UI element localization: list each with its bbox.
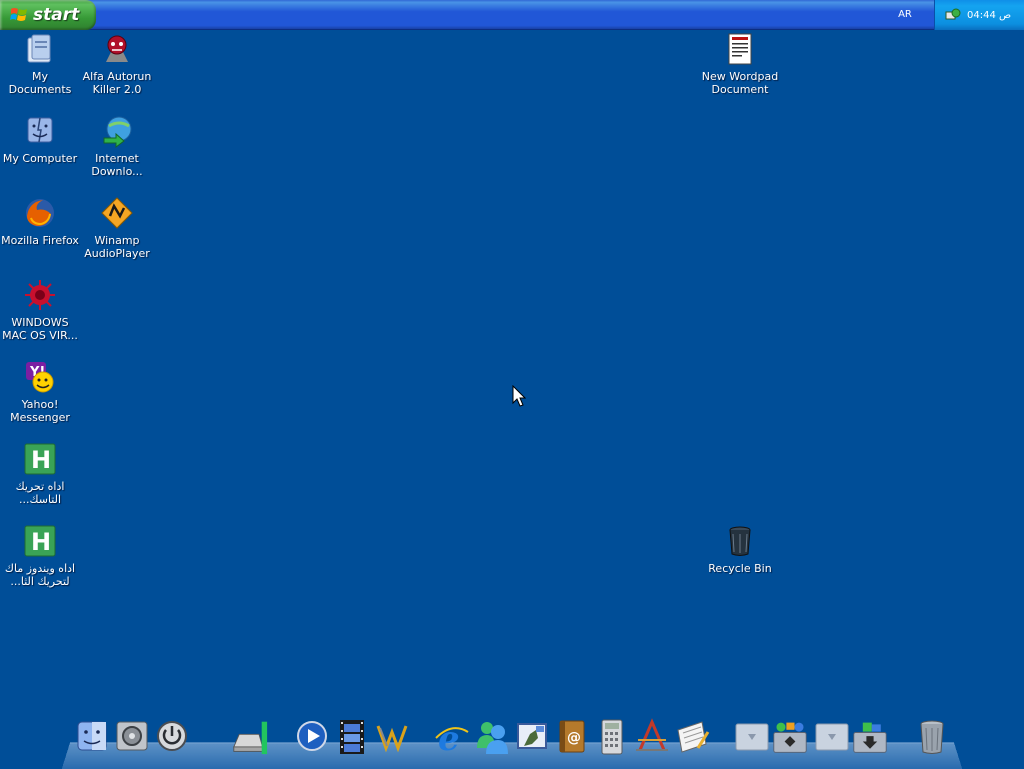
dock-hard-drive[interactable]	[232, 718, 272, 756]
dock-stack-1[interactable]	[734, 718, 770, 756]
system-tray: 04:44 ص	[934, 0, 1024, 30]
video-film-icon	[340, 720, 364, 754]
mail-icon	[517, 723, 547, 749]
taskbar: start AR 04:44 ص	[0, 0, 1024, 30]
desktop-icon-taskbar-mover-tool[interactable]: H اداه تحريك التاسك...	[0, 442, 80, 506]
calculator-icon	[601, 719, 623, 755]
desktop-icon-mozilla-firefox[interactable]: Mozilla Firefox	[0, 196, 80, 247]
desktop-icon-label: My Computer	[2, 152, 78, 165]
winamp-dock-icon	[376, 725, 408, 753]
desktop-icon-label: Mozilla Firefox	[1, 234, 79, 247]
dock-internet-explorer[interactable]: e	[434, 718, 470, 756]
clock[interactable]: 04:44 ص	[967, 10, 1011, 21]
desktop-icon-windows-mac-mover-tool[interactable]: H اداه ويندوز ماك لتحريك الثا...	[0, 524, 80, 588]
desktop-icon-windows-mac-os-virus[interactable]: WINDOWS MAC OS VIR...	[0, 278, 80, 342]
desktop-icon-my-documents[interactable]: My Documents	[0, 32, 80, 96]
dock-notepad[interactable]	[674, 718, 710, 756]
svg-text:H: H	[31, 446, 51, 474]
internet-explorer-icon: e	[435, 719, 469, 756]
green-h-app-icon: H	[24, 443, 56, 475]
alfa-autorun-killer-icon	[106, 35, 128, 62]
desktop-icon-label: Recycle Bin	[708, 562, 772, 575]
dock-video[interactable]	[334, 718, 370, 756]
text-editor-icon	[636, 718, 668, 751]
dock-text-editor[interactable]	[634, 718, 670, 756]
desktop-icon-recycle-bin[interactable]: Recycle Bin	[700, 524, 780, 575]
virus-icon	[25, 280, 55, 310]
svg-text:@: @	[567, 730, 581, 746]
folder-documents-icon	[27, 34, 51, 63]
media-player-icon	[297, 721, 327, 751]
mouse-cursor-icon	[512, 385, 526, 407]
power-icon	[157, 721, 187, 751]
finder-icon	[77, 721, 107, 751]
dock-downloads-stack[interactable]	[852, 718, 892, 756]
dock-power[interactable]	[154, 718, 190, 756]
dock-address-book[interactable]: @	[554, 718, 590, 756]
desktop-icon-label: Winamp AudioPlayer	[84, 234, 150, 260]
dock-messenger[interactable]	[474, 718, 510, 756]
yahoo-messenger-icon: Y!	[26, 362, 54, 393]
desktop-icon-yahoo-messenger[interactable]: Y! Yahoo! Messenger	[0, 360, 80, 424]
dock-windows-apps-stack[interactable]	[772, 718, 812, 756]
network-tray-icon[interactable]	[945, 7, 961, 23]
dock-finder[interactable]	[74, 718, 110, 756]
winamp-icon	[101, 197, 133, 229]
desktop-icon-label: اداه ويندوز ماك لتحريك الثا...	[4, 562, 76, 588]
dock-trash[interactable]	[914, 718, 950, 756]
desktop-icon-internet-download-manager[interactable]: Internet Downlo...	[77, 114, 157, 178]
dock-mail[interactable]	[514, 718, 550, 756]
dock-stack-2[interactable]	[814, 718, 850, 756]
hard-drive-icon	[233, 721, 268, 755]
internet-download-manager-icon	[103, 116, 132, 148]
notepad-icon	[677, 721, 710, 753]
recycle-bin-icon	[729, 526, 751, 556]
svg-text:e: e	[438, 719, 460, 756]
desktop-icon-label: Alfa Autorun Killer 2.0	[82, 70, 152, 96]
desktop-icon-my-computer[interactable]: My Computer	[0, 114, 80, 165]
trash-icon	[920, 720, 944, 754]
stack-icon	[735, 723, 769, 751]
wordpad-document-icon	[728, 33, 752, 65]
dock-system-preferences[interactable]	[114, 718, 150, 756]
downloads-stack-icon	[853, 722, 887, 753]
desktop-icon-label: اداه تحريك التاسك...	[15, 480, 65, 506]
dock-calculator[interactable]	[594, 718, 630, 756]
desktop-icon-label: Yahoo! Messenger	[10, 398, 70, 424]
dock-winamp[interactable]	[374, 718, 410, 756]
system-preferences-icon	[116, 721, 148, 751]
stack-icon	[815, 723, 849, 751]
desktop-icon-label: Internet Downlo...	[91, 152, 143, 178]
mac-finder-computer-icon	[27, 117, 53, 143]
start-label: start	[33, 5, 80, 25]
language-indicator[interactable]: AR	[893, 7, 917, 23]
desktop-icon-winamp[interactable]: Winamp AudioPlayer	[77, 196, 157, 260]
dock-media-player[interactable]	[294, 718, 330, 756]
messenger-icon	[477, 722, 508, 754]
svg-text:H: H	[31, 528, 51, 556]
address-book-icon: @	[559, 720, 585, 753]
windows-apps-stack-icon	[773, 722, 807, 753]
desktop-icon-new-wordpad-document[interactable]: New Wordpad Document	[700, 32, 780, 96]
desktop-icon-alfa-autorun-killer[interactable]: Alfa Autorun Killer 2.0	[77, 32, 157, 96]
desktop-icon-label: My Documents	[8, 70, 72, 96]
firefox-icon	[26, 199, 54, 227]
start-button[interactable]: start	[0, 0, 96, 30]
green-h-app-icon: H	[24, 525, 56, 557]
desktop-icon-label: WINDOWS MAC OS VIR...	[2, 316, 78, 342]
desktop-icon-label: New Wordpad Document	[701, 70, 779, 96]
windows-logo-icon	[10, 8, 27, 21]
